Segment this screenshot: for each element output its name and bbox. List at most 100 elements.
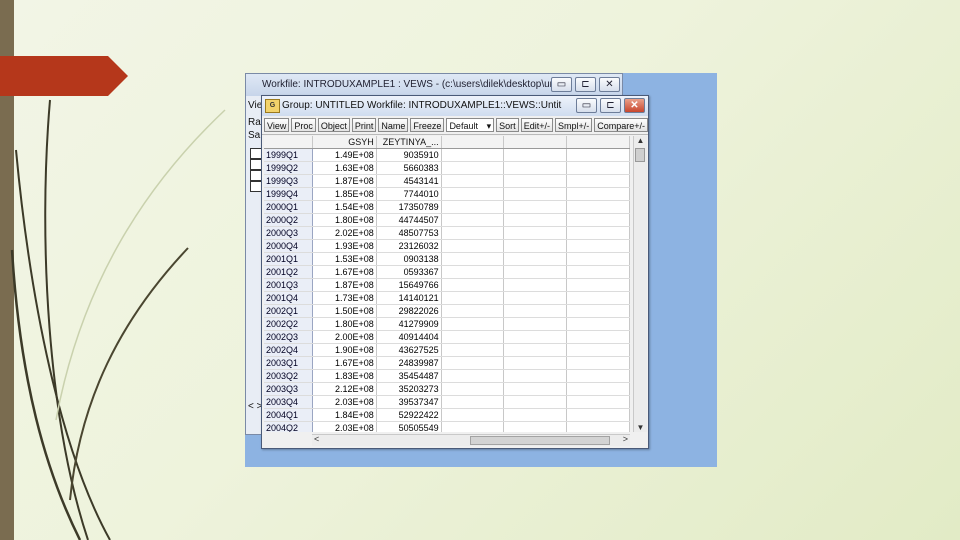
close-button[interactable]: ✕ [599,77,620,92]
empty-cell[interactable] [441,330,505,344]
row-label[interactable]: 2002Q4 [264,343,313,357]
empty-cell[interactable] [566,265,630,279]
edit-button[interactable]: Edit+/- [520,118,553,132]
cell-zeytinya[interactable]: 50505549 [376,421,442,432]
cell-gsyh[interactable]: 1.67E+08 [312,356,377,370]
horizontal-scrollbar[interactable]: < > [312,434,630,446]
empty-cell[interactable] [566,148,630,162]
data-grid[interactable]: GSYH ZEYTINYA_... 1999Q1 1.49E+08 9035910 1… [264,136,630,432]
cell-gsyh[interactable]: 1.63E+08 [312,161,377,175]
row-label[interactable]: 2001Q2 [264,265,313,279]
row-label[interactable]: 2000Q3 [264,226,313,240]
empty-cell[interactable] [441,252,505,266]
cell-gsyh[interactable]: 1.83E+08 [312,369,377,383]
empty-cell[interactable] [503,408,568,422]
vertical-scrollbar[interactable]: ▲ ▼ [633,136,647,432]
empty-cell[interactable] [441,382,505,396]
scroll-thumb[interactable] [635,148,645,162]
empty-cell[interactable] [566,291,630,305]
cell-zeytinya[interactable]: 24839987 [376,356,442,370]
window-close-icon[interactable]: ✕ [624,98,645,113]
cell-zeytinya[interactable]: 44744507 [376,213,442,227]
freeze-button[interactable]: Freeze [410,118,445,132]
empty-cell[interactable] [566,304,630,318]
cell-zeytinya[interactable]: 23126032 [376,239,442,253]
empty-cell[interactable] [566,161,630,175]
scroll-right-icon[interactable]: > [623,434,628,444]
empty-cell[interactable] [441,343,505,357]
empty-cell[interactable] [503,395,568,409]
cell-zeytinya[interactable]: 0593367 [376,265,442,279]
cell-gsyh[interactable]: 1.93E+08 [312,239,377,253]
empty-cell[interactable] [566,200,630,214]
empty-cell[interactable] [503,265,568,279]
cell-gsyh[interactable]: 1.87E+08 [312,278,377,292]
column-header-gsyh[interactable]: GSYH [312,136,377,149]
empty-cell[interactable] [503,304,568,318]
row-label[interactable]: 2003Q2 [264,369,313,383]
row-label[interactable]: 1999Q1 [264,148,313,162]
name-button[interactable]: Name [378,118,409,132]
empty-cell[interactable] [503,200,568,214]
empty-cell[interactable] [441,408,505,422]
empty-cell[interactable] [503,291,568,305]
empty-cell[interactable] [503,148,568,162]
empty-cell[interactable] [566,343,630,357]
cell-zeytinya[interactable]: 14140121 [376,291,442,305]
cell-gsyh[interactable]: 1.85E+08 [312,187,377,201]
window-minimize-icon[interactable]: ▭ [576,98,597,113]
cell-zeytinya[interactable]: 41279909 [376,317,442,331]
cell-zeytinya[interactable]: 15649766 [376,278,442,292]
hscroll-thumb[interactable] [470,436,610,445]
empty-cell[interactable] [503,213,568,227]
cell-zeytinya[interactable]: 0903138 [376,252,442,266]
sort-button[interactable]: Sort [496,118,519,132]
cell-gsyh[interactable]: 1.80E+08 [312,317,377,331]
restore-button[interactable]: ⊏ [575,77,596,92]
row-label[interactable]: 2001Q1 [264,252,313,266]
empty-cell[interactable] [441,148,505,162]
compare-button[interactable]: Compare+/- [594,118,648,132]
scroll-up-icon[interactable]: ▲ [634,136,647,145]
cell-gsyh[interactable]: 1.67E+08 [312,265,377,279]
cell-gsyh[interactable]: 1.50E+08 [312,304,377,318]
empty-cell[interactable] [503,369,568,383]
cell-gsyh[interactable]: 2.00E+08 [312,330,377,344]
empty-cell[interactable] [503,187,568,201]
row-label[interactable]: 2002Q3 [264,330,313,344]
cell-gsyh[interactable]: 2.12E+08 [312,382,377,396]
empty-cell[interactable] [566,174,630,188]
row-label[interactable]: 1999Q3 [264,174,313,188]
empty-cell[interactable] [441,304,505,318]
row-label[interactable]: 1999Q4 [264,187,313,201]
cell-zeytinya[interactable]: 39537347 [376,395,442,409]
cell-gsyh[interactable]: 2.02E+08 [312,226,377,240]
empty-cell[interactable] [566,226,630,240]
print-button[interactable]: Print [351,118,377,132]
empty-cell[interactable] [566,330,630,344]
cell-zeytinya[interactable]: 35203273 [376,382,442,396]
empty-cell[interactable] [503,278,568,292]
empty-cell[interactable] [566,356,630,370]
cell-zeytinya[interactable]: 9035910 [376,148,442,162]
sample-dropdown[interactable]: Default [446,118,495,133]
empty-cell[interactable] [566,317,630,331]
empty-cell[interactable] [441,213,505,227]
empty-cell[interactable] [566,408,630,422]
empty-cell[interactable] [566,252,630,266]
view-button[interactable]: View [264,118,290,132]
empty-cell[interactable] [566,187,630,201]
cell-zeytinya[interactable]: 43627525 [376,343,442,357]
empty-cell[interactable] [566,421,630,432]
empty-cell[interactable] [503,421,568,432]
empty-cell[interactable] [441,226,505,240]
empty-cell[interactable] [566,382,630,396]
row-label[interactable]: 2001Q4 [264,291,313,305]
cell-gsyh[interactable]: 1.73E+08 [312,291,377,305]
row-label[interactable]: 2002Q2 [264,317,313,331]
row-label[interactable]: 2000Q4 [264,239,313,253]
empty-cell[interactable] [503,330,568,344]
column-header-zeytinya[interactable]: ZEYTINYA_... [376,136,442,149]
empty-cell[interactable] [503,161,568,175]
empty-cell[interactable] [503,317,568,331]
